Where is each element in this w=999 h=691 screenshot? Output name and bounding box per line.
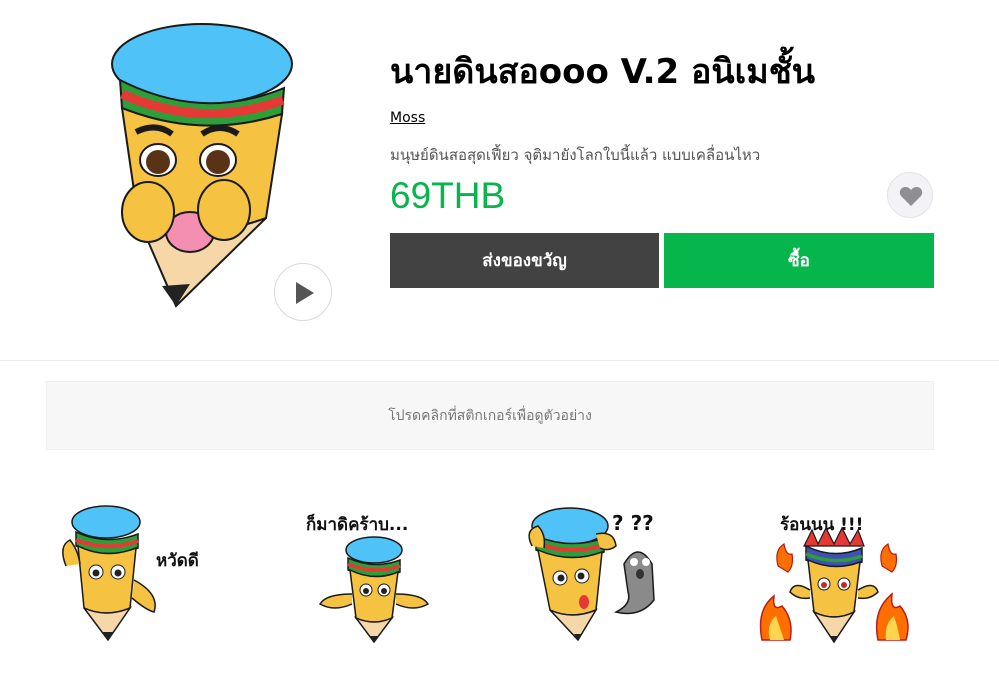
product-header: นายดินสอooo V.2 อนิเมชั้น Moss มนุษย์ดิน… bbox=[0, 0, 999, 360]
play-icon bbox=[296, 282, 314, 304]
buy-button[interactable]: ซื้อ bbox=[664, 233, 934, 288]
sticker-item[interactable]: ก็มาดิคร้าบ... bbox=[296, 500, 456, 650]
sticker-caption: ? ?? bbox=[612, 511, 654, 535]
main-sticker-image[interactable] bbox=[106, 22, 306, 314]
favorite-button[interactable] bbox=[887, 172, 933, 218]
sticker-caption: ก็มาดิคร้าบ... bbox=[306, 512, 408, 535]
preview-hint-box: โปรดคลิกที่สติกเกอร์เพื่อดูตัวอย่าง bbox=[46, 381, 934, 450]
sticker-item[interactable]: ร้อนนน !!! bbox=[754, 500, 914, 650]
product-description: มนุษย์ดินสอสุดเฟี้ยว จุติมายังโลกใบนี้แล… bbox=[390, 146, 761, 164]
send-gift-button[interactable]: ส่งของขวัญ bbox=[390, 233, 659, 288]
sticker-caption: หวัดดี bbox=[156, 550, 199, 571]
heart-icon bbox=[899, 186, 923, 206]
sticker-item[interactable]: ? ?? bbox=[524, 500, 684, 650]
section-divider bbox=[0, 360, 999, 361]
sticker-grid: หวัดดี ก็มาดิคร้าบ... ? ?? ร้อนนน !!! bbox=[46, 500, 934, 650]
sticker-caption: ร้อนนน !!! bbox=[780, 515, 863, 535]
product-price: 69THB bbox=[390, 175, 506, 216]
author-link[interactable]: Moss bbox=[390, 110, 425, 126]
product-title: นายดินสอooo V.2 อนิเมชั้น bbox=[390, 52, 816, 92]
sticker-item[interactable]: หวัดดี bbox=[56, 500, 216, 650]
play-animation-button[interactable] bbox=[274, 263, 332, 321]
preview-hint-text: โปรดคลิกที่สติกเกอร์เพื่อดูตัวอย่าง bbox=[388, 407, 592, 424]
